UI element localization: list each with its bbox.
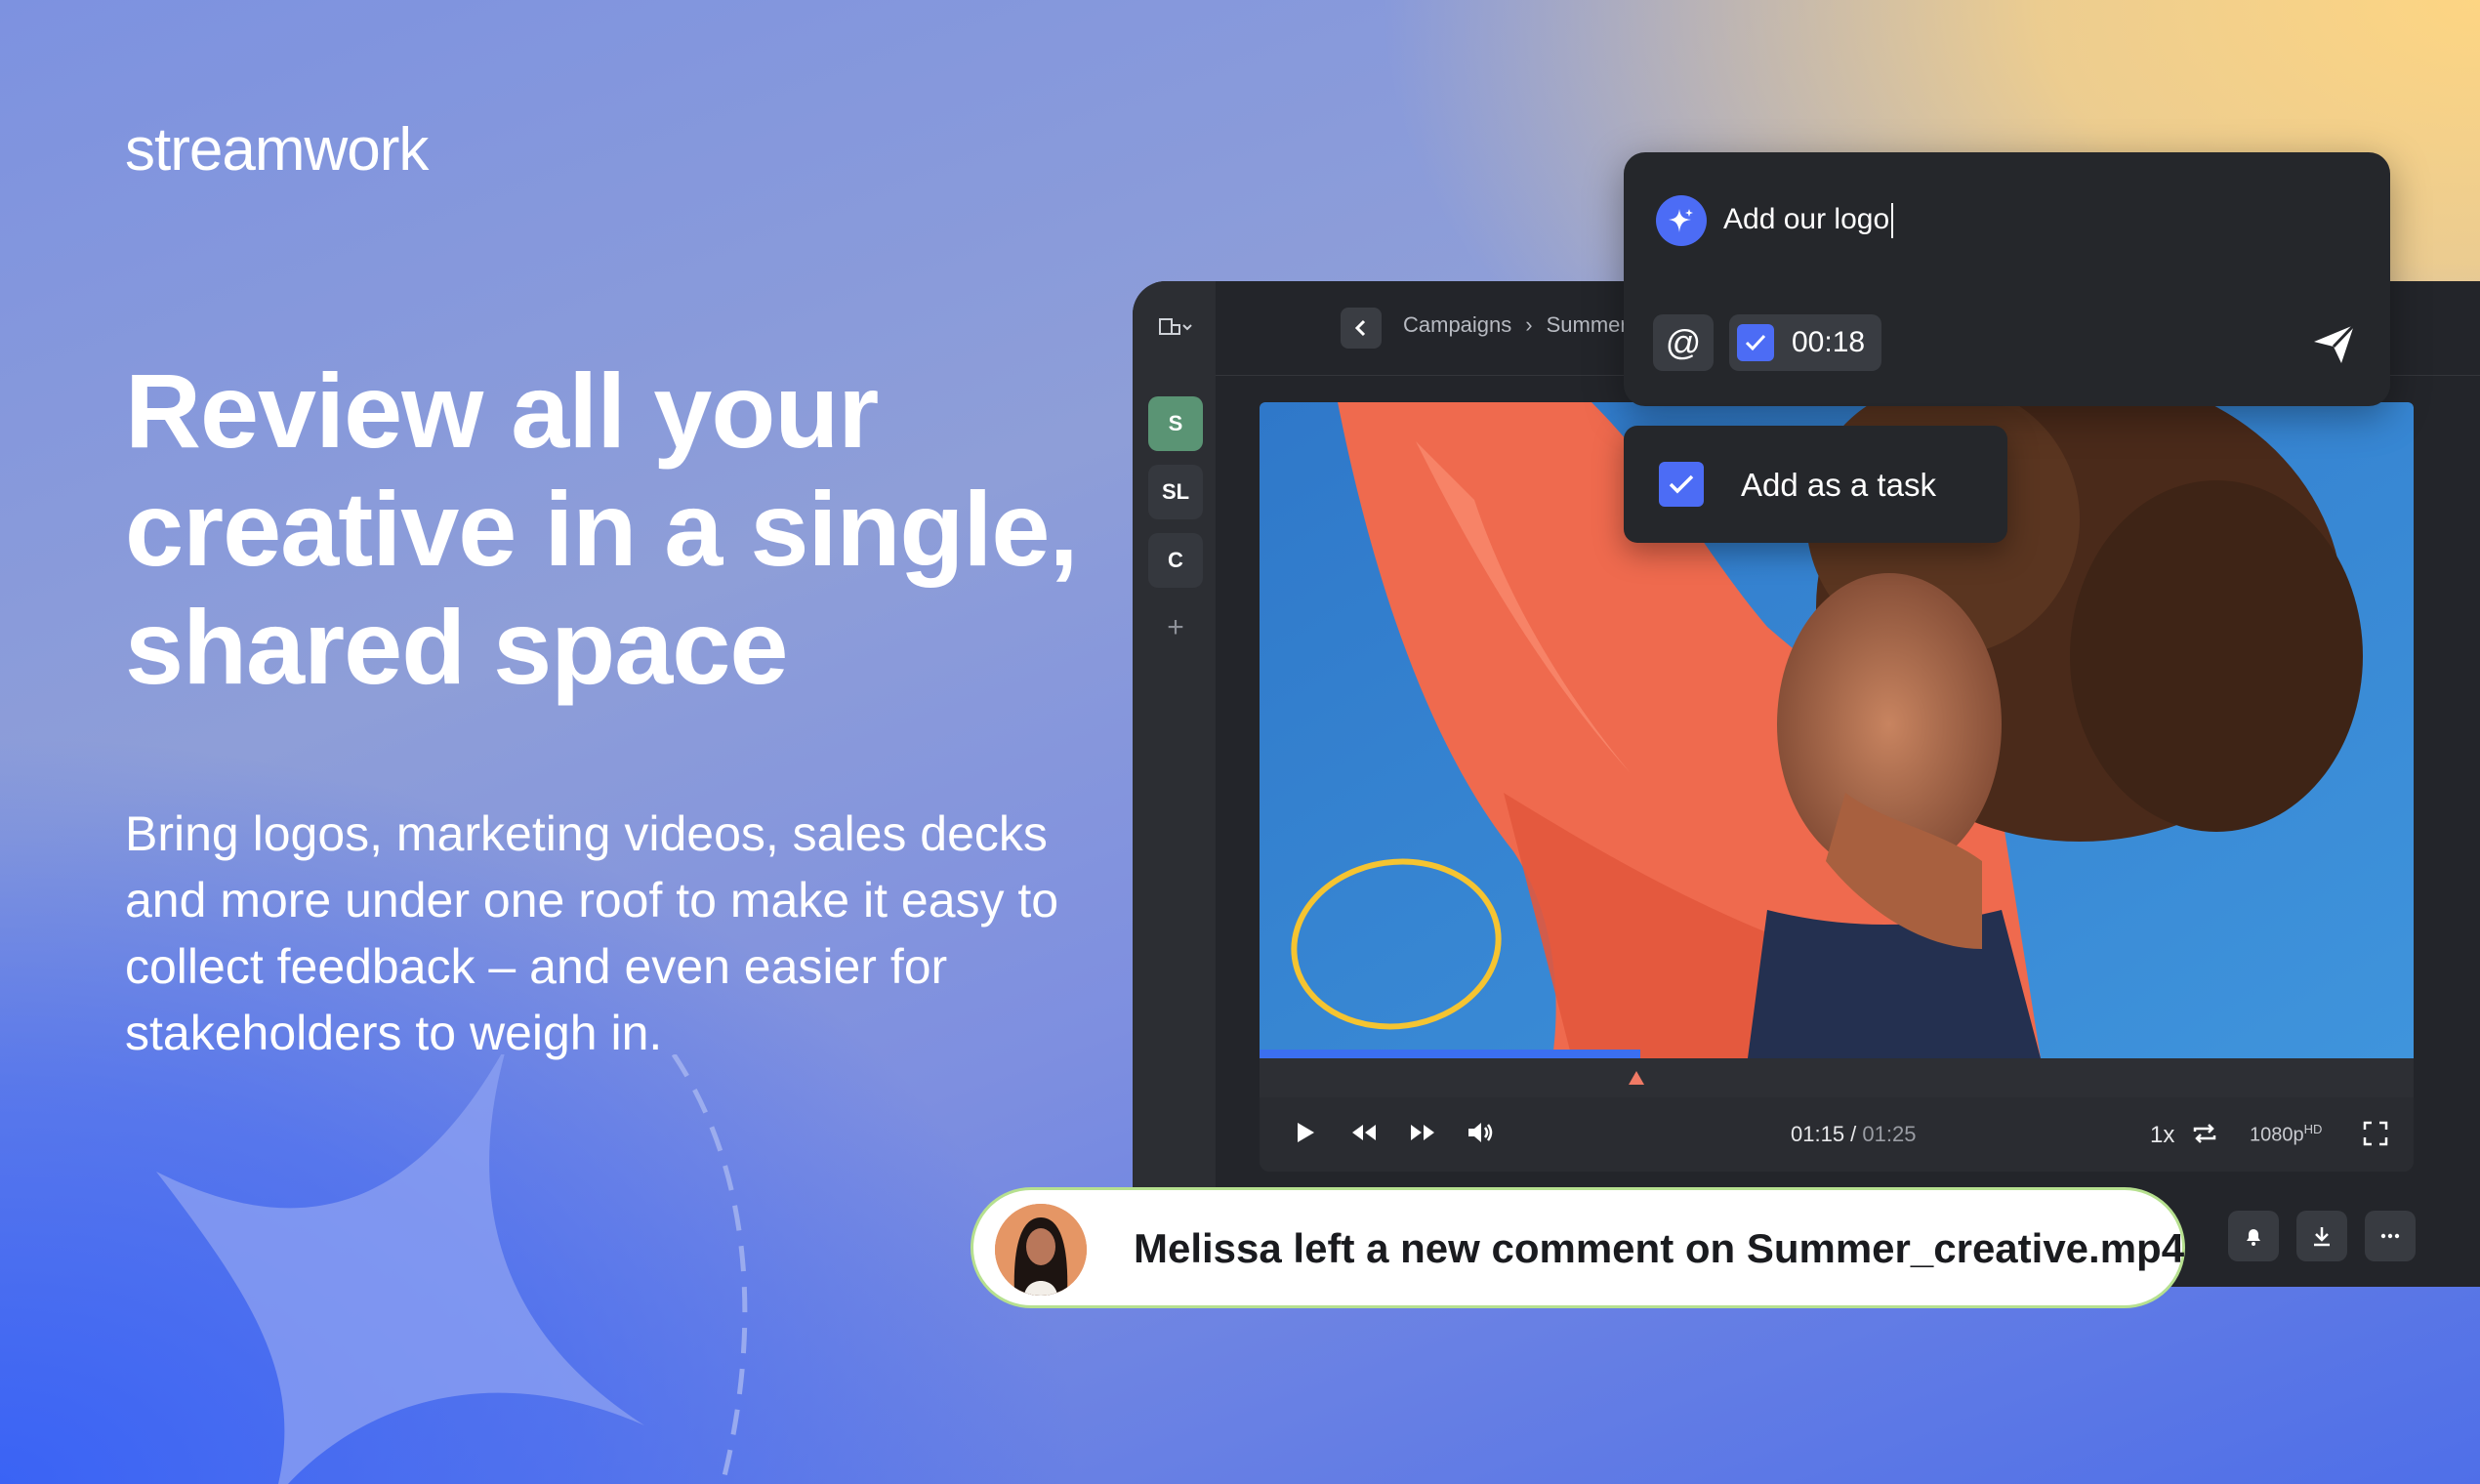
workspace-item-sl[interactable]: SL [1148, 465, 1203, 519]
add-task-label: Add as a task [1741, 467, 1936, 503]
notification-text: Melissa left a new comment on Summer_cre… [1134, 1225, 2185, 1271]
avatar [995, 1204, 1087, 1296]
hd-badge: HD [2303, 1122, 2323, 1136]
fullscreen-icon [2363, 1121, 2388, 1146]
comment-input[interactable]: Add our logo [1723, 203, 1894, 239]
send-button[interactable] [2312, 322, 2357, 370]
total-time: 01:25 [1862, 1122, 1917, 1146]
workspace-switcher-icon[interactable] [1154, 312, 1197, 342]
hero-body: Bring logos, marketing videos, sales dec… [125, 806, 1059, 1060]
bell-icon [2247, 1229, 2260, 1246]
rewind-button[interactable] [1349, 1121, 1379, 1144]
comment-marker-icon[interactable] [1628, 1070, 1645, 1086]
play-icon [1298, 1123, 1314, 1142]
task-popup[interactable]: Add as a task [1624, 426, 2007, 543]
notifications-button[interactable] [2228, 1211, 2279, 1261]
time-display: 01:15 / 01:25 [1791, 1122, 1916, 1147]
volume-icon [1468, 1123, 1493, 1142]
checkmark-icon [1745, 334, 1766, 351]
chevron-left-icon [1354, 319, 1366, 337]
timeline-track[interactable] [1260, 1058, 2414, 1097]
fast-forward-icon [1411, 1125, 1434, 1140]
timestamp-label: 00:18 [1792, 326, 1866, 358]
brand-logo: streamwork [125, 116, 429, 184]
mention-button[interactable]: @ [1653, 314, 1714, 371]
quality-label: 1080p [2250, 1124, 2304, 1146]
comment-input-value: Add our logo [1723, 203, 1890, 235]
comment-notification[interactable]: Melissa left a new comment on Summer_cre… [971, 1187, 2185, 1308]
time-separator: / [1844, 1122, 1863, 1146]
speed-button[interactable]: 1x [2150, 1122, 2174, 1149]
workspace-rail: S SL C + [1133, 281, 1216, 1287]
add-workspace-button[interactable]: + [1158, 611, 1193, 646]
forward-button[interactable] [1408, 1121, 1437, 1144]
chevron-right-icon: › [1525, 312, 1533, 337]
workspace-item-c[interactable]: C [1148, 533, 1203, 588]
more-horizontal-icon [2380, 1233, 2400, 1239]
decorative-sparkle-icon [156, 1054, 748, 1484]
hero-headline: Review all your creative in a single, sh… [125, 351, 1078, 706]
breadcrumb-item-campaigns[interactable]: Campaigns [1403, 312, 1511, 337]
play-button[interactable] [1295, 1121, 1316, 1144]
checkmark-icon [1669, 474, 1694, 494]
download-button[interactable] [2296, 1211, 2347, 1261]
player-controls: 01:15 / 01:25 1x 1080pHD [1260, 1097, 2414, 1172]
add-task-checkbox[interactable] [1659, 462, 1704, 507]
ai-sparkle-icon[interactable] [1656, 195, 1707, 246]
loop-icon [2193, 1124, 2216, 1143]
quality-button[interactable]: 1080pHD [2250, 1122, 2322, 1147]
rewind-icon [1352, 1125, 1376, 1140]
timestamp-toggle[interactable]: 00:18 [1729, 314, 1881, 371]
back-button[interactable] [1341, 308, 1382, 349]
send-icon [2314, 323, 2356, 363]
text-cursor [1891, 203, 1894, 239]
more-options-button[interactable] [2365, 1211, 2416, 1261]
comment-composer: Add our logo @ 00:18 [1624, 152, 2390, 406]
download-icon [2314, 1227, 2330, 1247]
fullscreen-button[interactable] [2363, 1121, 2388, 1146]
timestamp-checkbox[interactable] [1737, 324, 1774, 361]
loop-button[interactable] [2191, 1121, 2218, 1146]
current-time: 01:15 [1791, 1122, 1845, 1146]
workspace-item-s[interactable]: S [1148, 396, 1203, 451]
volume-button[interactable] [1467, 1121, 1496, 1144]
